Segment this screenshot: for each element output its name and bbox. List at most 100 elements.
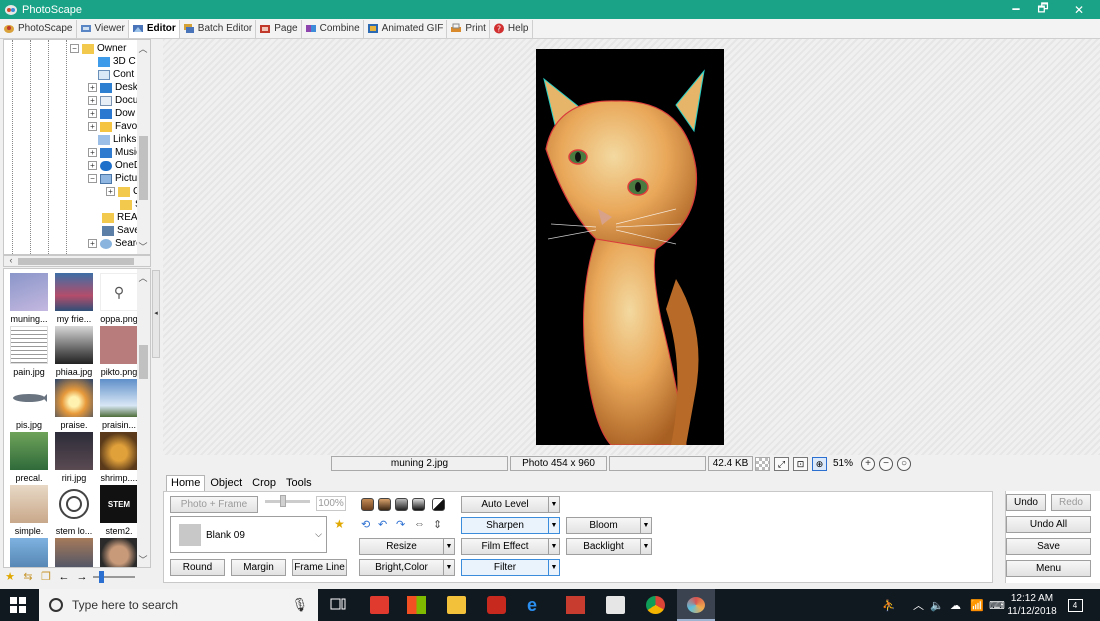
tree-item-owner[interactable]: − Owner [70, 42, 126, 55]
thumbnail-item[interactable]: stem lo... [52, 485, 96, 536]
thumbnail-item[interactable]: praisin... [97, 379, 141, 430]
scroll-thumb[interactable] [139, 345, 148, 379]
actual-size-icon[interactable]: ⊡ [793, 456, 808, 471]
rotate-image-icon[interactable]: ⟲ [361, 518, 370, 531]
action-center-icon[interactable]: 4 [1066, 589, 1084, 621]
tree-horizontal-scrollbar[interactable]: ‹ [3, 255, 151, 267]
expander[interactable]: + [88, 83, 97, 92]
microsoft-store-icon[interactable] [407, 596, 426, 614]
tree-vertical-scrollbar[interactable]: ︿ ﹀ [137, 40, 150, 254]
clock[interactable]: 12:12 AM 11/12/2018 [1007, 589, 1056, 621]
edge-browser-icon[interactable]: e [527, 596, 546, 614]
checker-background-icon[interactable] [755, 456, 770, 471]
tree-item-3d-objects[interactable]: 3D C [98, 55, 136, 68]
thumbnail-item[interactable] [52, 538, 96, 567]
thumbnail-item[interactable]: phiaa.jpg [52, 326, 96, 377]
zoom-in-icon[interactable]: + [861, 456, 876, 471]
maximize-button[interactable]: 🗗 [1025, 0, 1061, 19]
tab-home[interactable]: Home [166, 475, 206, 491]
margin-button[interactable]: Margin [231, 559, 286, 576]
tab-object[interactable]: Object [205, 475, 247, 491]
tab-print[interactable]: Print [447, 19, 490, 38]
tree-item-searches[interactable]: + Searc [88, 237, 141, 250]
chrome-browser-icon[interactable] [646, 596, 665, 614]
thumbnail-size-slider[interactable] [93, 571, 135, 583]
forward-arrow-icon[interactable]: → [75, 571, 89, 583]
rotate-left-icon[interactable]: ↶ [378, 518, 387, 531]
bright-color-button[interactable]: Bright,Color [359, 559, 444, 576]
office-app-icon[interactable] [370, 596, 389, 614]
tab-help[interactable]: ? Help [490, 19, 533, 38]
thumbnail-item[interactable]: precal. [7, 432, 51, 483]
folder-open-icon[interactable]: ❐ [39, 571, 53, 583]
tone-warm-icon[interactable] [378, 498, 391, 511]
auto-level-dropdown-icon[interactable]: ▼ [548, 496, 560, 513]
thumbnail-item[interactable]: praise. [52, 379, 96, 430]
tone-bw-icon[interactable] [412, 498, 425, 511]
flip-horizontal-icon[interactable]: ⇔ [414, 518, 425, 530]
tree-item-favorites[interactable]: + Favo [88, 120, 137, 133]
thumbnail-item[interactable]: simple. [7, 485, 51, 536]
thumbnail-item[interactable]: ⚲ oppa.png [97, 273, 141, 324]
resize-button[interactable]: Resize [359, 538, 444, 555]
thumbnail-item[interactable]: muning... [7, 273, 51, 324]
slider-thumb[interactable] [99, 571, 104, 583]
expander[interactable]: + [88, 161, 97, 170]
menu-button[interactable]: Menu [1006, 560, 1091, 577]
filter-button[interactable]: Filter [461, 559, 549, 576]
frame-slider-thumb[interactable] [280, 495, 286, 507]
tree-item-saved-games[interactable]: Save [102, 224, 140, 237]
expander[interactable]: + [88, 109, 97, 118]
scroll-thumb[interactable] [18, 258, 134, 265]
frame-percent[interactable]: 100% [316, 496, 346, 511]
redo-button[interactable]: Redo [1051, 494, 1091, 511]
sharpen-dropdown-icon[interactable]: ▼ [548, 517, 560, 534]
input-method-icon[interactable]: ⌨ [989, 589, 1005, 621]
frame-line-button[interactable]: Frame Line [292, 559, 347, 576]
bright-color-dropdown-icon[interactable]: ▼ [443, 559, 455, 576]
tone-sepia-icon[interactable] [361, 498, 374, 511]
film-effect-dropdown-icon[interactable]: ▼ [548, 538, 560, 555]
tree-item-desktop[interactable]: + Desk [88, 81, 138, 94]
backlight-button[interactable]: Backlight [566, 538, 641, 555]
flip-vertical-icon[interactable]: ⇕ [433, 518, 442, 531]
tab-crop[interactable]: Crop [247, 475, 281, 491]
tree-item-contacts[interactable]: Cont [98, 68, 134, 81]
tree-item-pictures[interactable]: − Pictu [88, 172, 137, 185]
filter-dropdown-icon[interactable]: ▼ [548, 559, 560, 576]
tone-gray-icon[interactable] [395, 498, 408, 511]
tab-combine[interactable]: Combine [302, 19, 364, 38]
windows-start-icon[interactable] [10, 597, 26, 613]
scroll-up-icon[interactable]: ︿ [137, 42, 149, 55]
scroll-up-icon[interactable]: ︿ [137, 271, 149, 284]
thumbnail-item[interactable] [7, 538, 51, 567]
folder-tree[interactable]: − Owner 3D C Cont + Desk + Docu + Dow + Favo … [3, 39, 151, 255]
image-canvas[interactable] [163, 39, 1100, 455]
thumbnail-item[interactable]: my frie... [52, 273, 96, 324]
tab-photoscape[interactable]: PhotoScape [0, 19, 77, 38]
resize-dropdown-icon[interactable]: ▼ [443, 538, 455, 555]
taskbar-search-box[interactable]: Type here to search 🎙 [39, 589, 318, 621]
tree-item-camera-roll[interactable]: +C [106, 185, 140, 198]
fit-to-window-icon[interactable]: ⤢ [774, 456, 789, 471]
rotate-right-icon[interactable]: ↷ [396, 518, 405, 531]
tab-viewer[interactable]: Viewer [77, 19, 129, 38]
expander[interactable]: − [70, 44, 79, 53]
save-button[interactable]: Save [1006, 538, 1091, 555]
favorite-frame-star-icon[interactable]: ★ [334, 517, 345, 531]
scroll-left-icon[interactable]: ‹ [5, 255, 17, 265]
tree-item-onedrive[interactable]: + OneD [88, 159, 141, 172]
tree-item-downloads[interactable]: + Dow [88, 107, 135, 120]
red-app-icon[interactable] [487, 596, 506, 614]
thumbnail-item[interactable]: STEM stem2. [97, 485, 141, 536]
film-effect-button[interactable]: Film Effect [461, 538, 549, 555]
tree-item-links[interactable]: Links [98, 133, 136, 146]
auto-level-button[interactable]: Auto Level [461, 496, 549, 513]
expander[interactable]: + [88, 239, 97, 248]
tab-editor[interactable]: Editor [128, 19, 180, 38]
tree-item-music[interactable]: + Music [88, 146, 141, 159]
panel-splitter-arrow-icon[interactable]: ◂ [152, 270, 160, 358]
thumbnail-scrollbar[interactable]: ︿ ﹀ [137, 269, 150, 567]
thumbnail-item[interactable]: pain.jpg [7, 326, 51, 377]
thumbnail-item[interactable]: riri.jpg [52, 432, 96, 483]
